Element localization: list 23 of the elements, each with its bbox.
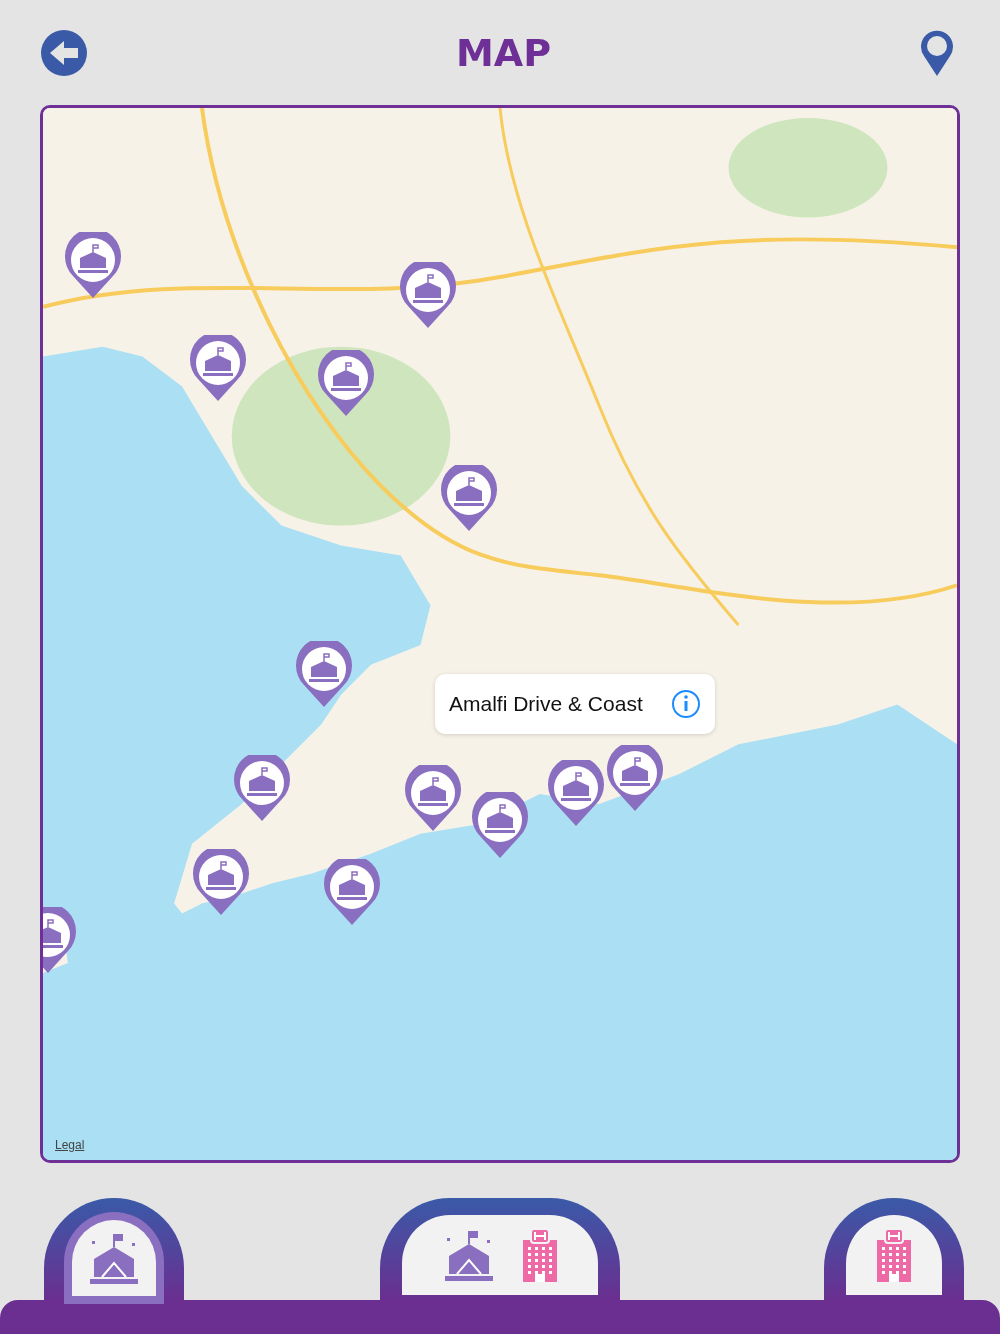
map-pin[interactable] bbox=[605, 745, 665, 813]
map-pin[interactable] bbox=[316, 350, 376, 418]
map-pin[interactable] bbox=[322, 859, 382, 927]
legal-link[interactable]: Legal bbox=[55, 1138, 85, 1152]
map-pin[interactable] bbox=[294, 641, 354, 709]
info-icon[interactable] bbox=[671, 689, 701, 719]
page-title: MAP bbox=[455, 30, 552, 75]
map-pin[interactable] bbox=[232, 755, 292, 823]
place-name: Amalfi Drive & Coast bbox=[449, 692, 643, 716]
map-pin[interactable] bbox=[398, 262, 458, 330]
map-pin[interactable] bbox=[470, 792, 530, 860]
map-pin[interactable] bbox=[191, 849, 251, 917]
hotel-icon bbox=[521, 1228, 559, 1282]
back-button[interactable] bbox=[40, 28, 88, 77]
map-drawing[interactable] bbox=[43, 108, 957, 1160]
map-pin[interactable] bbox=[546, 760, 606, 828]
map-pin[interactable] bbox=[403, 765, 463, 833]
callout[interactable]: Amalfi Drive & Coast bbox=[435, 674, 715, 734]
tab-button[interactable] bbox=[380, 1198, 620, 1300]
map-pin[interactable] bbox=[63, 232, 123, 300]
map-pin[interactable] bbox=[188, 335, 248, 403]
hotel-icon bbox=[875, 1228, 913, 1282]
map-pin[interactable] bbox=[439, 465, 499, 533]
